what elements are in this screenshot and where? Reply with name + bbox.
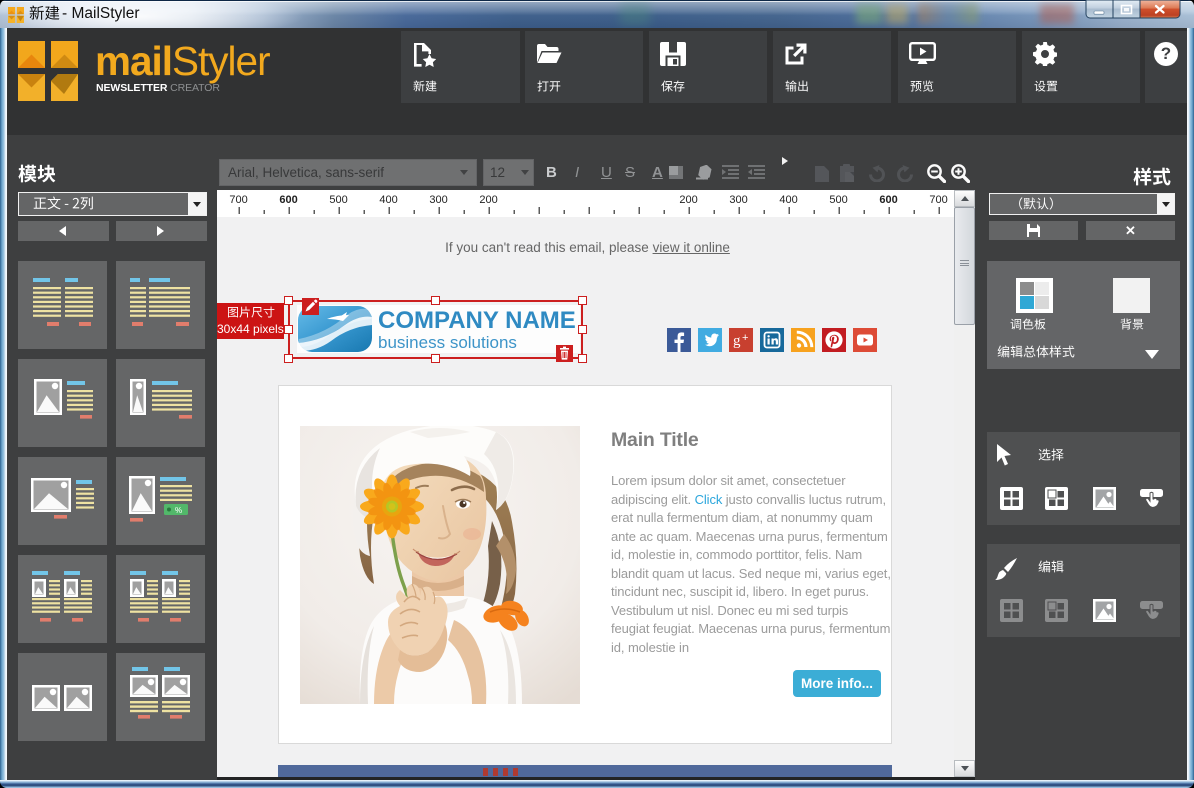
svg-text:500: 500 (829, 194, 847, 206)
svg-text:200: 200 (679, 194, 697, 206)
svg-text:400: 400 (379, 194, 397, 206)
svg-text:700: 700 (929, 194, 947, 206)
svg-text:600: 600 (879, 194, 897, 206)
svg-text:200: 200 (479, 194, 497, 206)
svg-text:g: g (733, 333, 741, 349)
svg-text:400: 400 (779, 194, 797, 206)
svg-text:300: 300 (429, 194, 447, 206)
svg-text:700: 700 (229, 194, 247, 206)
svg-text:%: % (175, 506, 182, 515)
svg-text:+: + (742, 332, 748, 344)
svg-text:500: 500 (329, 194, 347, 206)
svg-text:300: 300 (729, 194, 747, 206)
svg-text:600: 600 (279, 194, 297, 206)
